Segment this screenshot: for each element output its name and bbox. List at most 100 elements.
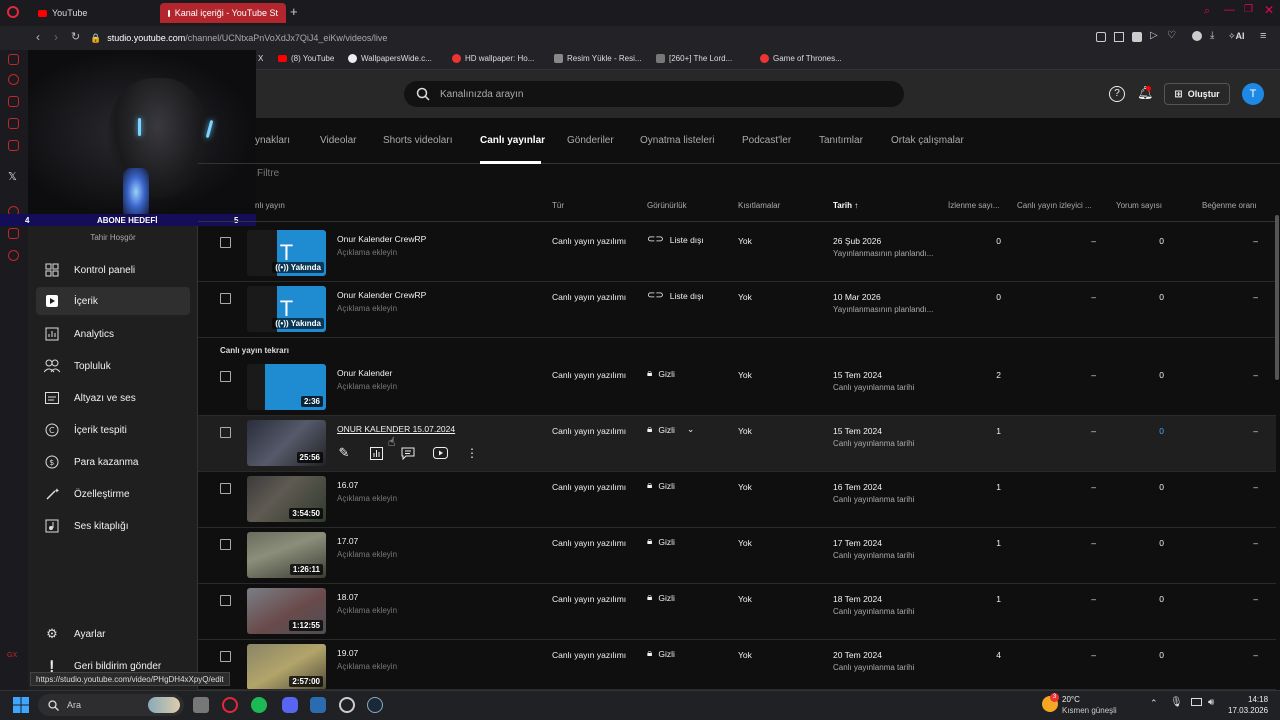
sidebar-item-ozellestirme[interactable]: ✦ Özelleştirme	[36, 480, 190, 508]
tab-videolar[interactable]: Videolar	[320, 135, 357, 146]
snapshot-icon[interactable]	[1096, 32, 1106, 42]
sidebar-item-icerik-tespiti[interactable]: C İçerik tespiti	[36, 416, 190, 444]
video-description[interactable]: Açıklama ekleyin	[337, 494, 397, 503]
table-row[interactable]: 25:56 ONUR KALENDER 15.07.2024 ✎ ⋮ Canlı…	[198, 416, 1276, 472]
steam-icon[interactable]	[367, 697, 383, 713]
search-tabs-icon[interactable]: ⌕	[1204, 5, 1210, 18]
bookmark-got[interactable]: Game of Thrones...	[760, 54, 842, 63]
chevron-down-icon[interactable]: ⌄	[687, 424, 695, 435]
table-scrollbar[interactable]	[1275, 215, 1279, 380]
video-title[interactable]: Onur Kalender CrewRP	[337, 234, 426, 244]
table-row[interactable]: 3:54:50 16.07 Açıklama ekleyin Canlı yay…	[198, 472, 1276, 528]
col-comments[interactable]: Yorum sayısı	[1116, 201, 1162, 210]
video-title[interactable]: Onur Kalender CrewRP	[337, 290, 426, 300]
video-thumbnail[interactable]: 1:26:11	[247, 532, 326, 578]
clock-date[interactable]: 17.03.2026	[1228, 706, 1268, 715]
sidebar-item-topluluk[interactable]: Topluluk	[36, 352, 190, 380]
sidebar-settings-icon[interactable]	[8, 250, 19, 261]
video-thumbnail[interactable]: 25:56	[247, 420, 326, 466]
play-icon[interactable]: ▷	[1150, 30, 1158, 41]
row-comments[interactable]: 0	[1134, 426, 1164, 436]
table-row[interactable]: 1:12:55 18.07 Açıklama ekleyin Canlı yay…	[198, 584, 1276, 640]
visibility-selector[interactable]: 🔒︎ Gizli	[647, 536, 675, 547]
obs-icon[interactable]	[339, 697, 355, 713]
video-thumbnail[interactable]: T ((•)) Yakında	[247, 286, 326, 332]
sidebar-item-altyazi[interactable]: Altyazı ve ses	[36, 384, 190, 412]
tab-youtube[interactable]: YouTube	[30, 3, 156, 23]
video-title[interactable]: Onur Kalender	[337, 368, 392, 378]
visibility-selector[interactable]: ⊂⊃ Liste dışı	[647, 234, 704, 245]
visibility-selector[interactable]: 🔒︎ Gizli ⌄	[647, 424, 694, 435]
bookmark-youtube[interactable]: (8) YouTube	[278, 54, 334, 63]
bookmark-hd-wallpaper[interactable]: HD wallpaper: Ho...	[452, 54, 534, 63]
comments-icon[interactable]	[400, 445, 416, 461]
video-description[interactable]: Açıklama ekleyin	[337, 550, 397, 559]
bookmark-lord[interactable]: [260+] The Lord...	[656, 54, 732, 63]
bookmark-x[interactable]: X	[258, 54, 263, 63]
video-title[interactable]: 18.07	[337, 592, 358, 602]
url-field[interactable]: 🔒 studio.youtube.com/channel/UCNtxaPnVoX…	[90, 29, 910, 47]
tab-ortak-calismalar[interactable]: Ortak çalışmalar	[891, 135, 964, 146]
row-checkbox[interactable]	[220, 651, 231, 662]
table-row[interactable]: 2:36 Onur Kalender Açıklama ekleyin Canl…	[198, 360, 1276, 416]
tab-oynatma-listeleri[interactable]: Oynatma listeleri	[640, 135, 714, 146]
more-options-icon[interactable]: ⋮	[464, 445, 480, 461]
video-title[interactable]: 17.07	[337, 536, 358, 546]
task-view-icon[interactable]	[193, 697, 209, 713]
sidebar-aria-icon[interactable]	[8, 74, 19, 85]
reload-icon[interactable]: ↻	[71, 30, 80, 43]
row-checkbox[interactable]	[220, 595, 231, 606]
row-checkbox[interactable]	[220, 237, 231, 248]
spotify-icon[interactable]	[251, 697, 267, 713]
visibility-selector[interactable]: 🔒︎ Gizli	[647, 648, 675, 659]
table-row[interactable]: T ((•)) Yakında Onur Kalender CrewRP Açık…	[198, 282, 1276, 338]
shield-icon[interactable]	[1132, 32, 1142, 42]
tab-shorts[interactable]: Shorts videoları	[383, 135, 452, 146]
video-description[interactable]: Açıklama ekleyin	[337, 606, 397, 615]
tab-kanal-icerigi[interactable]: Kanal içeriği - YouTube St	[160, 3, 286, 23]
account-avatar[interactable]: T	[1242, 83, 1264, 105]
video-thumbnail[interactable]: T ((•)) Yakında	[247, 230, 326, 276]
visibility-selector[interactable]: 🔒︎ Gizli	[647, 480, 675, 491]
volume-icon[interactable]: 🔊︎	[1208, 697, 1214, 708]
discord-icon[interactable]	[282, 697, 298, 713]
col-views[interactable]: İzlenme sayı...	[948, 201, 1000, 210]
create-button[interactable]: ⊞ Oluştur	[1164, 83, 1230, 105]
taskbar-search[interactable]: Ara	[38, 694, 184, 716]
table-row[interactable]: T ((•)) Yakında Onur Kalender CrewRP Açık…	[198, 226, 1276, 282]
video-title[interactable]: 16.07	[337, 480, 358, 490]
monitor-icon[interactable]	[1191, 698, 1202, 706]
tab-podcastler[interactable]: Podcast'ler	[742, 135, 791, 146]
col-likes[interactable]: Beğenme oranı	[1202, 201, 1257, 210]
sidebar-messenger-icon[interactable]	[8, 54, 19, 65]
youtube-watch-icon[interactable]	[432, 445, 448, 461]
heart-icon[interactable]: ♡	[1167, 30, 1176, 41]
visibility-selector[interactable]: 🔒︎ Gizli	[647, 592, 675, 603]
sidebar-bookmarks-icon[interactable]	[8, 96, 19, 107]
minimize-icon[interactable]: —	[1224, 4, 1235, 16]
video-thumbnail[interactable]: 1:12:55	[247, 588, 326, 634]
windows-start-icon[interactable]	[13, 697, 29, 713]
bookmark-resim-yukle[interactable]: Resim Yükle - Resi...	[554, 54, 642, 63]
video-description[interactable]: Açıklama ekleyin	[337, 248, 397, 257]
col-date-sort[interactable]: Tarih ↑	[833, 201, 858, 210]
visibility-selector[interactable]: 🔒︎ Gizli	[647, 368, 675, 379]
analytics-icon[interactable]	[368, 445, 384, 461]
sidebar-history-icon[interactable]	[8, 118, 19, 129]
video-description[interactable]: Açıklama ekleyin	[337, 382, 397, 391]
video-description[interactable]: Açıklama ekleyin	[337, 304, 397, 313]
sidebar-item-ses-kitapligi[interactable]: Ses kitaplığı	[36, 512, 190, 540]
tab-tanitimlar[interactable]: Tanıtımlar	[819, 135, 863, 146]
download-icon[interactable]: ⤓	[1210, 30, 1214, 41]
close-window-icon[interactable]: ✕	[1264, 3, 1274, 17]
opera-logo-icon[interactable]	[7, 6, 19, 18]
sidebar-gx-icon[interactable]: GX	[7, 652, 17, 659]
video-thumbnail[interactable]: 2:36	[247, 364, 326, 410]
video-thumbnail[interactable]: 3:54:50	[247, 476, 326, 522]
sidebar-item-kontrol-paneli[interactable]: Kontrol paneli	[36, 256, 190, 284]
sidebar-item-para-kazanma[interactable]: $ Para kazanma	[36, 448, 190, 476]
row-checkbox[interactable]	[220, 483, 231, 494]
microphone-icon[interactable]: 🎙︎	[1170, 697, 1183, 708]
row-checkbox[interactable]	[220, 427, 231, 438]
tray-chevron-up-icon[interactable]: ⌃	[1150, 698, 1158, 709]
